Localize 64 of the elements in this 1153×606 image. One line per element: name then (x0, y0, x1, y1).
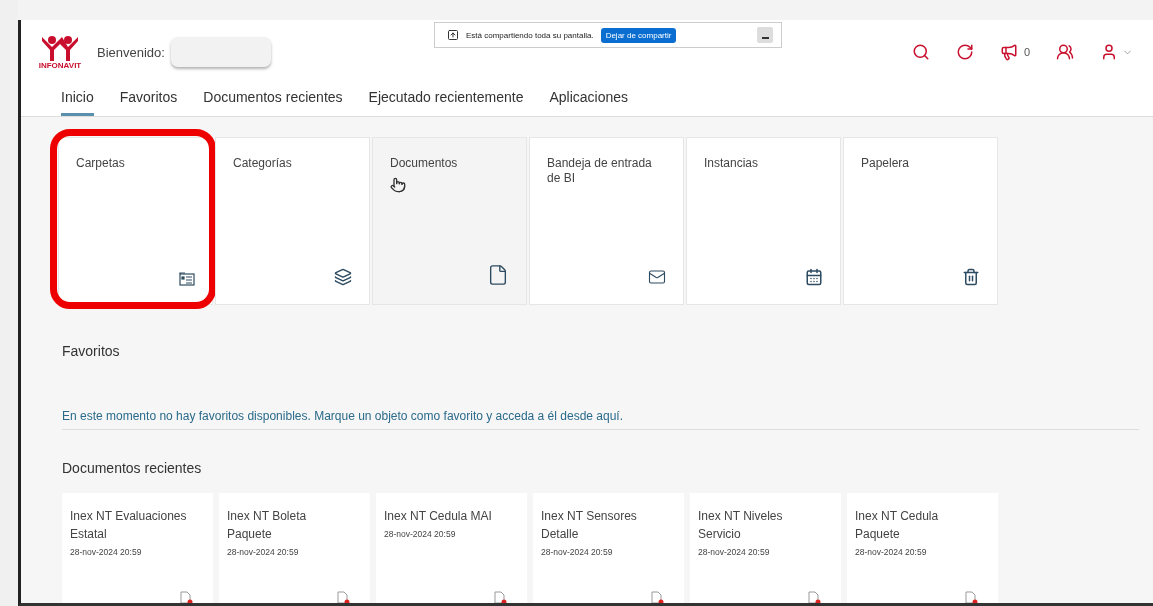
envelope-icon (648, 268, 666, 286)
document-name: Inex NT Cedula Paquete (855, 508, 940, 543)
document-card[interactable]: Inex NT Niveles Servicio 28-nov-2024 20:59 (690, 493, 841, 603)
tile-label: Categorías (233, 156, 293, 171)
document-card[interactable]: Inex NT Cedula Paquete 28-nov-2024 20:59 (847, 493, 998, 603)
document-date: 28-nov-2024 20:59 (698, 547, 771, 557)
tile-label: Papelera (861, 156, 911, 171)
document-name: Inex NT Evaluaciones Estatal (70, 508, 188, 543)
megaphone-icon[interactable] (999, 43, 1018, 61)
refresh-icon[interactable] (955, 43, 974, 61)
tile-label: Documentos (390, 156, 459, 171)
calendar-icon (805, 268, 823, 286)
document-icon (493, 591, 507, 603)
user-icon[interactable] (1100, 43, 1118, 61)
document-date: 28-nov-2024 20:59 (855, 547, 928, 557)
folder-card-icon (179, 272, 195, 286)
document-name: Inex NT Niveles Servicio (698, 508, 784, 543)
document-icon (964, 591, 978, 603)
share-screen-icon (447, 29, 459, 41)
hand-cursor-icon (390, 177, 406, 193)
section-title: Documentos recientes (62, 460, 203, 476)
section-title: Favoritos (62, 343, 121, 359)
document-date: 28-nov-2024 20:59 (70, 547, 143, 557)
stacked-layers-icon (334, 268, 352, 286)
empty-message: En este momento no hay favoritos disponibles. Marque un objeto como favorito y acceda a él desde aquí. (62, 409, 1139, 430)
tab[interactable]: Inicio (61, 78, 94, 116)
document-name: Inex NT Cedula MAI (384, 508, 493, 525)
tile[interactable]: Papelera (843, 137, 998, 305)
document-icon (650, 591, 664, 603)
stop-sharing-button[interactable]: Dejar de compartir (600, 27, 677, 43)
document-card[interactable]: Inex NT Sensores Detalle 28-nov-2024 20:59 (533, 493, 684, 603)
document-card[interactable]: Inex NT Cedula MAI 28-nov-2024 20:59 (376, 493, 527, 603)
trash-icon (962, 268, 980, 286)
tab[interactable]: Aplicaciones (549, 78, 629, 116)
tab[interactable]: Favoritos (119, 78, 178, 116)
tile[interactable]: Categorías (215, 137, 370, 305)
document-date: 28-nov-2024 20:59 (384, 529, 457, 539)
document-icon (336, 591, 350, 603)
document-date: 28-nov-2024 20:59 (227, 547, 300, 557)
document-card[interactable]: Inex NT Boleta Paquete 28-nov-2024 20:59 (219, 493, 370, 603)
document-icon (807, 591, 821, 603)
tile[interactable]: Carpetas (58, 137, 213, 305)
tab[interactable]: Ejecutado recientemente (368, 78, 524, 116)
tile[interactable]: Bandeja de entrada de BI (529, 137, 684, 305)
document-name: Inex NT Sensores Detalle (541, 508, 638, 543)
document-icon (179, 591, 193, 603)
tile-label: Instancias (704, 156, 760, 171)
notification-count: 0 (1023, 46, 1030, 58)
people-icon[interactable] (1056, 43, 1074, 61)
logo-text: INFONAVIT (38, 60, 82, 70)
tile[interactable]: Instancias (686, 137, 841, 305)
logo-icon (40, 34, 80, 61)
greeting-text: Bienvenido: (97, 44, 165, 60)
tab[interactable]: Documentos recientes (203, 78, 343, 116)
tile-label: Carpetas (76, 156, 126, 171)
share-message: Está compartiendo toda su pantalla. (466, 30, 594, 40)
document-card[interactable]: Inex NT Evaluaciones Estatal 28-nov-2024 20:59 (62, 493, 213, 603)
tile[interactable]: Documentos (372, 137, 527, 305)
document-icon (487, 264, 509, 286)
document-date: 28-nov-2024 20:59 (541, 547, 614, 557)
search-icon[interactable] (911, 43, 930, 61)
tile-label: Bandeja de entrada de BI (547, 156, 653, 186)
document-name: Inex NT Boleta Paquete (227, 508, 308, 543)
minimize-button[interactable] (757, 27, 773, 43)
